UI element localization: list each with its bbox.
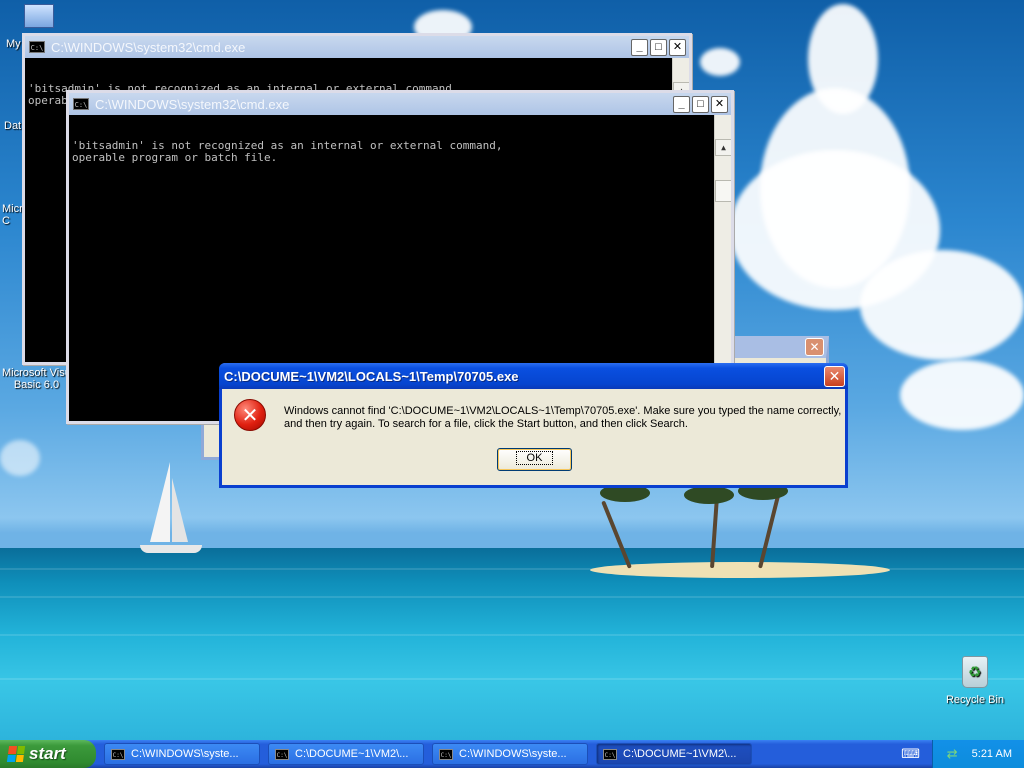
my-computer-icon[interactable]	[24, 4, 54, 28]
window-title: C:\WINDOWS\system32\cmd.exe	[51, 39, 246, 55]
window-title: C:\WINDOWS\system32\cmd.exe	[95, 96, 290, 112]
recycle-bin-label: Recycle Bin	[945, 694, 1005, 706]
cmd-icon: C:\	[73, 98, 89, 110]
recycle-bin-icon	[962, 656, 988, 688]
cmd-icon: C:\	[29, 41, 45, 53]
desktop-icon-my-computer-label[interactable]: My	[6, 38, 21, 50]
taskbar-item[interactable]: C:\ C:\WINDOWS\syste...	[432, 743, 588, 765]
ok-button[interactable]: OK	[497, 448, 572, 471]
error-dialog-close-button[interactable]: ✕	[824, 365, 845, 387]
taskbar-item-label: C:\WINDOWS\syste...	[131, 748, 239, 760]
system-tray: ⇄ 5:21 AM	[932, 740, 1024, 768]
scroll-thumb[interactable]	[715, 180, 731, 202]
keyboard-icon[interactable]: ⌨	[901, 746, 920, 762]
desktop-icon-vb6-label[interactable]: Microsoft Visu Basic 6.0	[2, 367, 71, 391]
minimize-button[interactable]: _	[673, 95, 690, 113]
close-button[interactable]: ✕	[669, 38, 686, 56]
error-icon: ✕	[234, 399, 266, 431]
ok-button-label: OK	[515, 451, 554, 465]
cmd-window-back-titlebar[interactable]: C:\ C:\WINDOWS\system32\cmd.exe _ □ ✕	[25, 36, 689, 58]
desktop-icon-data-label[interactable]: Dat	[4, 120, 21, 132]
start-button-label: start	[29, 744, 66, 763]
error-dialog[interactable]: C:\DOCUME~1\VM2\LOCALS~1\Temp\70705.exe …	[219, 363, 848, 488]
network-icon[interactable]: ⇄	[947, 746, 958, 762]
minimize-button[interactable]: _	[631, 38, 648, 56]
clock[interactable]: 5:21 AM	[972, 748, 1012, 760]
scroll-up-arrow-icon[interactable]: ▲	[715, 139, 731, 156]
maximize-button[interactable]: □	[692, 95, 709, 113]
cmd-icon: C:\	[603, 748, 617, 760]
cmd-window-front-titlebar[interactable]: C:\ C:\WINDOWS\system32\cmd.exe _ □ ✕	[69, 93, 731, 115]
windows-logo-icon	[6, 746, 26, 762]
error-message: Windows cannot find 'C:\DOCUME~1\VM2\LOC…	[284, 405, 842, 430]
error-dialog-titlebar[interactable]: C:\DOCUME~1\VM2\LOCALS~1\Temp\70705.exe …	[219, 363, 848, 389]
cmd-icon: C:\	[275, 748, 289, 760]
recycle-bin[interactable]: Recycle Bin	[944, 656, 1006, 706]
taskbar-item[interactable]: C:\ C:\DOCUME~1\VM2\...	[268, 743, 424, 765]
console-text: 'bitsadmin' is not recognized as an inte…	[72, 139, 503, 164]
taskbar-item-label: C:\DOCUME~1\VM2\...	[623, 748, 737, 760]
cmd-icon: C:\	[439, 748, 453, 760]
taskbar-item[interactable]: C:\ C:\WINDOWS\syste...	[104, 743, 260, 765]
close-button[interactable]: ✕	[711, 95, 728, 113]
error-dialog-title: C:\DOCUME~1\VM2\LOCALS~1\Temp\70705.exe	[224, 368, 519, 384]
taskbar-item-label: C:\DOCUME~1\VM2\...	[295, 748, 409, 760]
taskbar-item-label: C:\WINDOWS\syste...	[459, 748, 567, 760]
island	[590, 562, 890, 578]
cmd-icon: C:\	[111, 748, 125, 760]
taskbar-item-active[interactable]: C:\ C:\DOCUME~1\VM2\...	[596, 743, 752, 765]
taskbar: start C:\ C:\WINDOWS\syste... C:\ C:\DOC…	[0, 740, 1024, 768]
sailboat	[150, 462, 170, 542]
background-dialog-close-button[interactable]: ✕	[805, 338, 824, 356]
start-button[interactable]: start	[0, 740, 96, 768]
maximize-button[interactable]: □	[650, 38, 667, 56]
sea	[0, 548, 1024, 740]
